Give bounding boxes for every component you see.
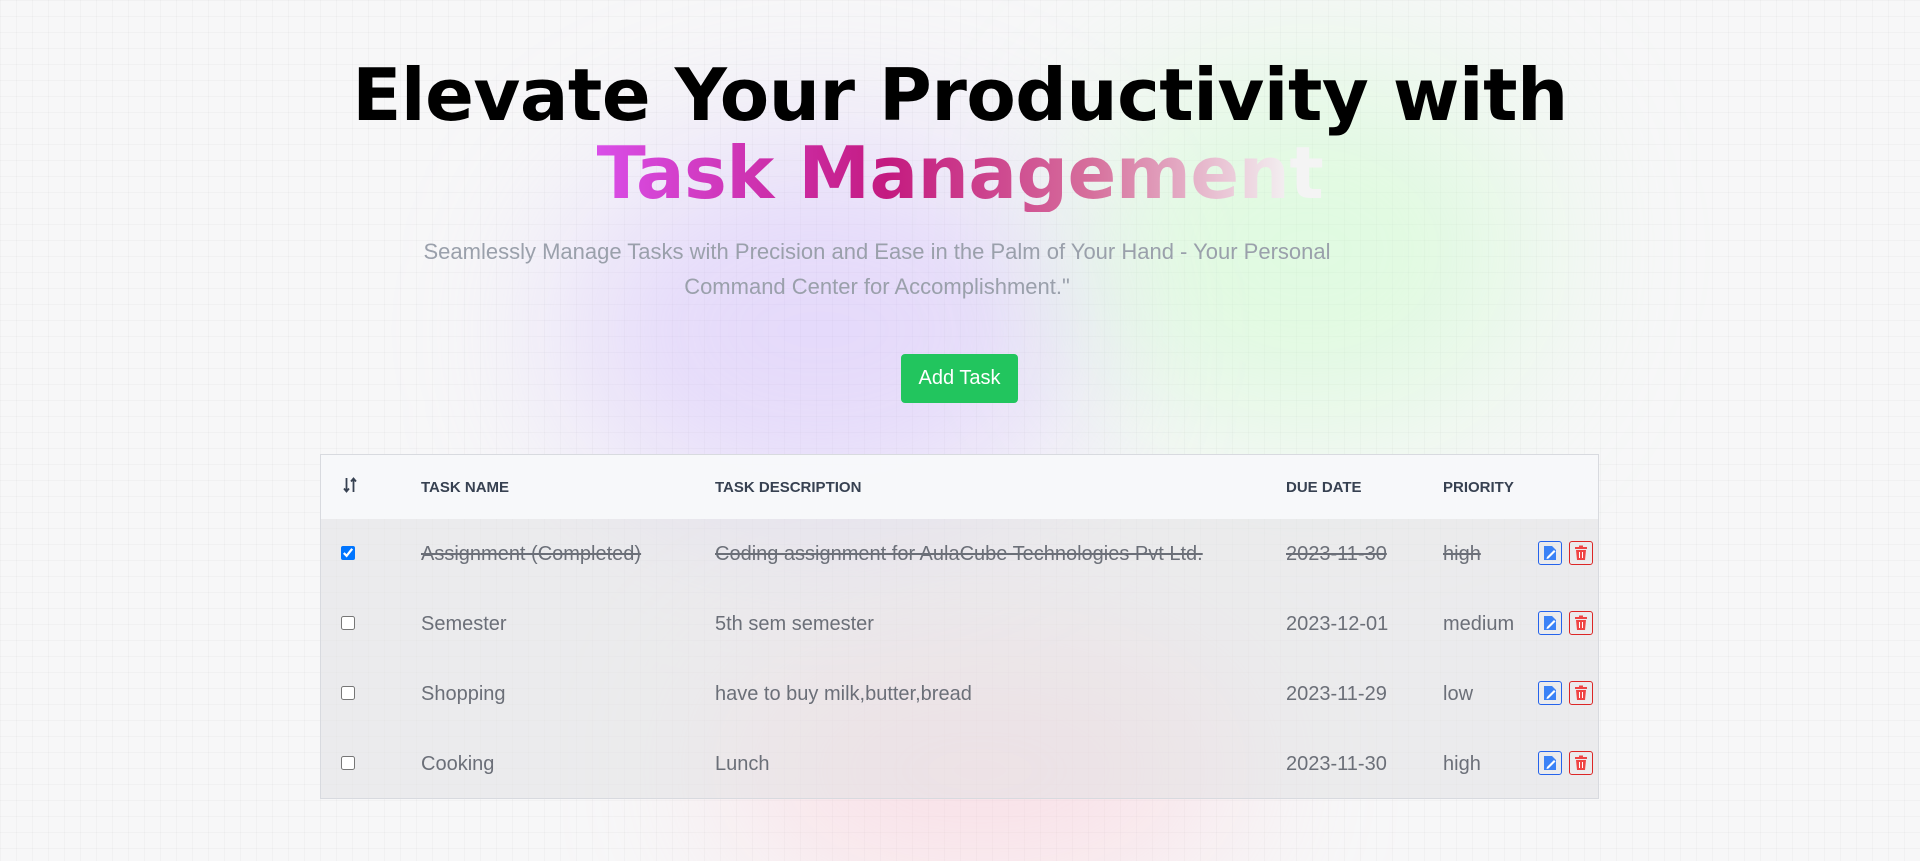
task-table: TASK NAME TASK DESCRIPTION DUE DATE PRIO…	[320, 454, 1599, 799]
priority-cell: medium	[1443, 612, 1515, 635]
table-row: Semester 5th sem semester 2023-12-01 medium	[321, 589, 1598, 659]
sort-icon[interactable]	[343, 476, 357, 498]
task-table-body: Assignment (Completed) Coding assignment …	[321, 519, 1598, 799]
priority-cell: high	[1443, 752, 1481, 775]
add-task-button[interactable]: Add Task	[901, 354, 1018, 403]
priority-cell: low	[1443, 682, 1474, 705]
table-header-row: TASK NAME TASK DESCRIPTION DUE DATE PRIO…	[321, 455, 1598, 519]
task-complete-checkbox[interactable]	[341, 615, 355, 630]
table-row: Shopping have to buy milk,butter,bread 202…	[321, 659, 1598, 729]
row-checkbox-cell	[321, 659, 421, 729]
due-date-cell: 2023-11-30	[1286, 752, 1387, 775]
delete-icon[interactable]	[1569, 541, 1593, 565]
task-description-cell: have to buy milk,butter,bread	[715, 682, 972, 705]
task-name-cell: Cooking	[421, 752, 495, 775]
row-checkbox-cell	[321, 729, 421, 799]
priority-cell: high	[1443, 542, 1481, 565]
task-complete-checkbox[interactable]	[341, 685, 355, 700]
table-row: Assignment (Completed) Coding assignment …	[321, 519, 1598, 589]
edit-icon[interactable]	[1538, 751, 1562, 775]
row-actions-cell	[1538, 659, 1598, 729]
row-actions-cell	[1538, 519, 1598, 589]
column-header-actions	[1538, 455, 1598, 519]
task-description-cell: 5th sem semester	[715, 612, 874, 635]
table-row: Cooking Lunch 2023-11-30 high	[321, 729, 1598, 799]
page-title: Elevate Your Productivity with Task Mana…	[0, 56, 1920, 212]
task-name-cell: Semester	[421, 612, 507, 635]
sort-header	[321, 455, 421, 519]
task-complete-checkbox[interactable]	[341, 545, 355, 560]
column-header-task-description: TASK DESCRIPTION	[715, 478, 862, 496]
task-description-cell: Lunch	[715, 752, 770, 775]
task-table-grid: TASK NAME TASK DESCRIPTION DUE DATE PRIO…	[321, 455, 1598, 799]
task-name-cell: Shopping	[421, 682, 506, 705]
row-checkbox-cell	[321, 589, 421, 659]
delete-icon[interactable]	[1569, 681, 1593, 705]
headline-line-1: Elevate Your Productivity with	[352, 53, 1568, 137]
delete-icon[interactable]	[1569, 751, 1593, 775]
edit-icon[interactable]	[1538, 611, 1562, 635]
delete-icon[interactable]	[1569, 611, 1593, 635]
row-actions-cell	[1538, 589, 1598, 659]
row-checkbox-cell	[321, 519, 421, 589]
row-actions-cell	[1538, 729, 1598, 799]
page-subtitle: Seamlessly Manage Tasks with Precision a…	[423, 239, 1331, 299]
column-header-due-date: DUE DATE	[1286, 478, 1362, 496]
due-date-cell: 2023-11-29	[1286, 682, 1387, 705]
due-date-cell: 2023-12-01	[1286, 612, 1389, 635]
page: Elevate Your Productivity with Task Mana…	[0, 0, 1920, 861]
task-description-cell: Coding assignment for AulaCube Technolog…	[715, 542, 1203, 565]
headline-accent: Task Management	[596, 131, 1324, 215]
task-complete-checkbox[interactable]	[341, 755, 355, 770]
edit-icon[interactable]	[1538, 541, 1562, 565]
edit-icon[interactable]	[1538, 681, 1562, 705]
column-header-priority: PRIORITY	[1443, 478, 1514, 496]
task-name-cell: Assignment (Completed)	[421, 542, 642, 565]
column-header-task-name: TASK NAME	[421, 478, 510, 496]
due-date-cell: 2023-11-30	[1286, 542, 1387, 565]
